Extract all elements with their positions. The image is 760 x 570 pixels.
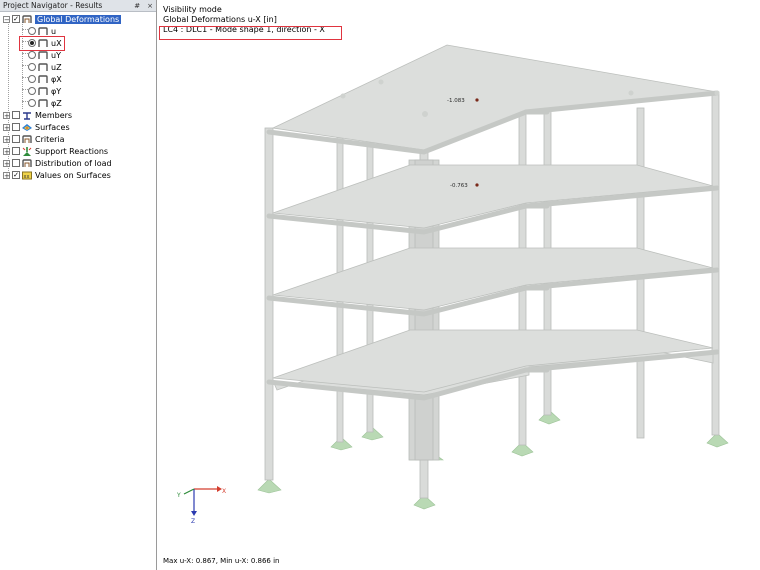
deformation-icon bbox=[38, 74, 48, 83]
tree-item-values-on-surfaces[interactable]: + ✓ xx Values on Surfaces bbox=[3, 169, 111, 181]
close-icon[interactable]: × bbox=[147, 2, 153, 10]
tree-label-phiy: φY bbox=[51, 86, 62, 96]
tree-item-phix[interactable]: φX bbox=[28, 73, 62, 85]
values-on-surfaces-checkbox[interactable]: ✓ bbox=[12, 171, 20, 179]
tree-label-surfaces: Surfaces bbox=[35, 122, 70, 132]
radio-phiy[interactable] bbox=[28, 87, 36, 95]
axis-y-label: Y bbox=[176, 492, 181, 499]
tree-item-support-reactions[interactable]: + Support Reactions bbox=[3, 145, 108, 157]
model-view[interactable]: Visibility mode Global Deformations u-X … bbox=[157, 0, 760, 570]
expand-icon[interactable]: + bbox=[3, 171, 10, 179]
structure-3d-model[interactable]: -1.083 -0.763 X Z Y bbox=[157, 0, 760, 570]
deformation-icon bbox=[38, 62, 48, 71]
value-label-mid: -0.763 bbox=[450, 183, 468, 189]
tree-label-distribution-of-load: Distribution of load bbox=[35, 158, 112, 168]
surfaces-checkbox[interactable] bbox=[12, 123, 20, 131]
radio-phix[interactable] bbox=[28, 75, 36, 83]
values-on-surfaces-icon: xx bbox=[22, 171, 32, 180]
tree-label-uz: uZ bbox=[51, 62, 62, 72]
results-tree: − ✓ Global Deformations u uX uY uZ φX φY… bbox=[0, 12, 156, 570]
supports bbox=[257, 409, 729, 510]
deformation-icon bbox=[38, 86, 48, 95]
tree-label-phix: φX bbox=[51, 74, 62, 84]
axis-y-line bbox=[183, 488, 195, 495]
result-summary: Max u-X: 0.867, Min u-X: 0.866 in bbox=[163, 557, 280, 565]
tree-label-criteria: Criteria bbox=[35, 134, 65, 144]
tree-item-members[interactable]: + Members bbox=[3, 109, 72, 121]
distribution-of-load-checkbox[interactable] bbox=[12, 159, 20, 167]
radio-phiz[interactable] bbox=[28, 99, 36, 107]
collapse-icon[interactable]: − bbox=[3, 15, 10, 23]
tree-label-members: Members bbox=[35, 110, 73, 120]
surfaces-icon bbox=[22, 123, 32, 131]
value-marker bbox=[475, 98, 479, 102]
global-deformations-checkbox[interactable]: ✓ bbox=[12, 15, 20, 23]
tree-item-uz[interactable]: uZ bbox=[28, 61, 62, 73]
project-navigator-panel: Project Navigator - Results # × − ✓ Glob… bbox=[0, 0, 157, 570]
support-reactions-icon bbox=[22, 146, 32, 156]
expand-icon[interactable]: + bbox=[3, 147, 10, 155]
radio-uz[interactable] bbox=[28, 63, 36, 71]
deformation-icon bbox=[38, 98, 48, 107]
criteria-icon bbox=[22, 134, 32, 143]
members-checkbox[interactable] bbox=[12, 111, 20, 119]
tree-item-distribution-of-load[interactable]: + Distribution of load bbox=[3, 157, 112, 169]
deformation-icon bbox=[38, 26, 48, 35]
tree-label-global-deformations: Global Deformations bbox=[35, 14, 122, 24]
tree-item-uy[interactable]: uY bbox=[28, 49, 61, 61]
support bbox=[257, 478, 282, 494]
members-icon bbox=[23, 111, 31, 120]
tree-label-support-reactions: Support Reactions bbox=[35, 146, 109, 156]
axis-x-label: X bbox=[222, 488, 226, 495]
deformation-icon bbox=[22, 14, 32, 23]
tree-item-criteria[interactable]: + Criteria bbox=[3, 133, 65, 145]
expand-icon[interactable]: + bbox=[3, 111, 10, 119]
deformation-icon bbox=[38, 50, 48, 59]
value-marker bbox=[475, 183, 479, 187]
expand-icon[interactable]: + bbox=[3, 123, 10, 131]
column bbox=[711, 91, 720, 436]
axis-z-arrow bbox=[191, 511, 197, 516]
support-reactions-checkbox[interactable] bbox=[12, 147, 20, 155]
radio-u[interactable] bbox=[28, 27, 36, 35]
criteria-checkbox[interactable] bbox=[12, 135, 20, 143]
tree-item-phiy[interactable]: φY bbox=[28, 85, 61, 97]
expand-icon[interactable]: + bbox=[3, 159, 10, 167]
radio-uy[interactable] bbox=[28, 51, 36, 59]
tree-label-phiz: φZ bbox=[51, 98, 62, 108]
tree-label-u: u bbox=[51, 26, 57, 36]
load-case-highlight-box bbox=[159, 26, 342, 40]
distribution-of-load-icon bbox=[22, 158, 32, 167]
axis-triad: X Z Y bbox=[176, 486, 226, 525]
tree-item-global-deformations[interactable]: − ✓ Global Deformations bbox=[3, 13, 122, 25]
navigator-title: Project Navigator - Results bbox=[3, 1, 103, 10]
column bbox=[264, 127, 274, 481]
tree-item-phiz[interactable]: φZ bbox=[28, 97, 62, 109]
tree-label-uy: uY bbox=[51, 50, 61, 60]
tree-item-surfaces[interactable]: + Surfaces bbox=[3, 121, 70, 133]
navigator-header: Project Navigator - Results # × bbox=[0, 0, 156, 12]
value-label-top: -1.083 bbox=[447, 98, 465, 104]
tree-label-values-on-surfaces: Values on Surfaces bbox=[35, 170, 111, 180]
svg-text:xx: xx bbox=[24, 174, 30, 180]
axis-z-label: Z bbox=[191, 518, 195, 525]
expand-icon[interactable]: + bbox=[3, 135, 10, 143]
pin-icon[interactable]: # bbox=[134, 2, 140, 10]
